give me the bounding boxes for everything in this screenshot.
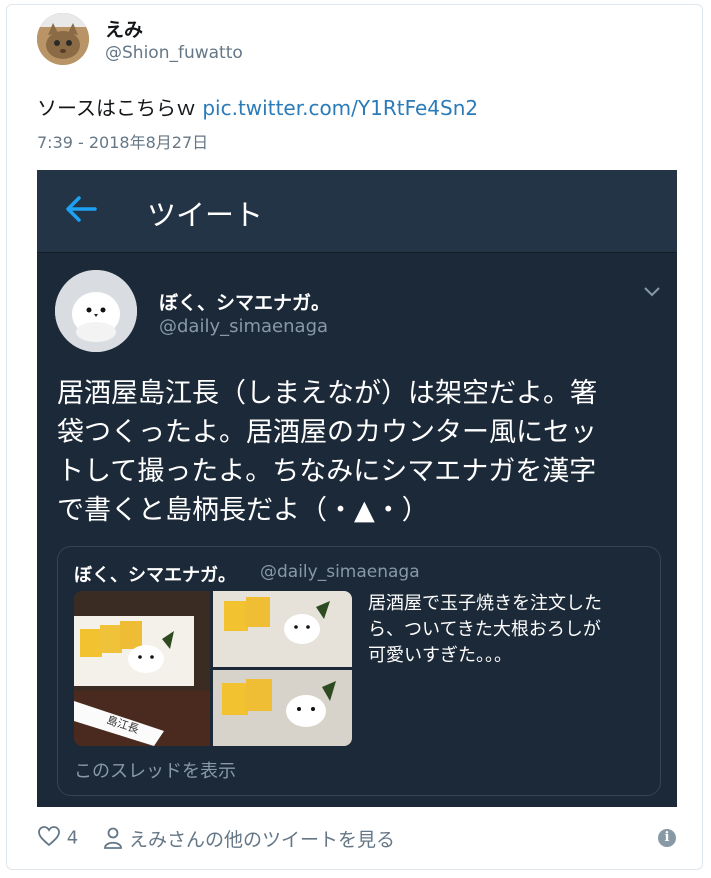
person-icon [103,827,123,854]
screenshot-header-title: ツイート [147,198,264,232]
quoted-tweet-text: 居酒屋で玉子焼きを注文した ら、ついてきた大根おろしが 可愛いすぎた。。。 [368,591,648,669]
info-icon[interactable]: i [658,829,676,847]
author-name[interactable]: えみ [105,15,143,42]
quoted-author-name: ぼく、シマエナガ。 [74,565,236,586]
inner-tweet-line: 居酒屋島江長（しまえなが）は架空だよ。箸 [57,378,597,409]
quoted-tweet-line: 可愛いすぎた。。。 [368,645,512,666]
quoted-media-grid: 島江長 [74,591,352,746]
embedded-tweet-card: えみ @Shion_fuwatto ソースはこちらｗ pic.twitter.c… [6,4,703,870]
quoted-tweet-line: 居酒屋で玉子焼きを注文した [368,593,602,614]
quoted-tweet: ぼく、シマエナガ。 @daily_simaenaga 島江長 居酒屋で玉子焼きを… [57,546,661,796]
inner-tweet-line: で書くと島柄長だよ（・▲・） [57,495,429,526]
tweet-text: ソースはこちらｗ pic.twitter.com/Y1RtFe4Sn2 [37,92,478,121]
back-arrow-icon [65,195,97,229]
like-button[interactable]: 4 [37,825,78,852]
quoted-author-handle: @daily_simaenaga [260,562,420,582]
inner-author-name: ぼく、シマエナガ。 [159,292,331,314]
chevron-down-icon [643,282,661,303]
show-thread-link: このスレッドを表示 [74,761,236,782]
heart-icon [37,825,61,852]
attached-screenshot[interactable]: ツイート ぼく、シマエナガ。 @daily_simaenaga 居酒屋島江長（し… [37,170,677,807]
inner-tweet-line: 袋つくったよ。居酒屋のカウンター風にセッ [57,417,597,448]
more-tweets-label: えみさんの他のツイートを見る [129,829,396,851]
inner-tweet-text: 居酒屋島江長（しまえなが）は架空だよ。箸 袋つくったよ。居酒屋のカウンター風にセ… [57,374,667,530]
inner-author-handle: @daily_simaenaga [159,316,329,337]
screenshot-header: ツイート [37,170,677,253]
more-tweets-link[interactable]: えみさんの他のツイートを見る [103,825,395,854]
author-avatar[interactable] [37,13,89,65]
tweet-timestamp[interactable]: 7:39 - 2018年8月27日 [37,129,208,153]
tweet-body: ソースはこちらｗ [37,96,203,120]
tweet-media-link[interactable]: pic.twitter.com/Y1RtFe4Sn2 [202,96,478,120]
inner-tweet-line: トして撮ったよ。ちなみにシマエナガを漢字 [57,456,597,487]
quoted-tweet-line: ら、ついてきた大根おろしが [368,619,601,640]
author-handle[interactable]: @Shion_fuwatto [105,43,243,63]
inner-author-avatar [55,270,137,352]
like-count: 4 [66,827,79,849]
